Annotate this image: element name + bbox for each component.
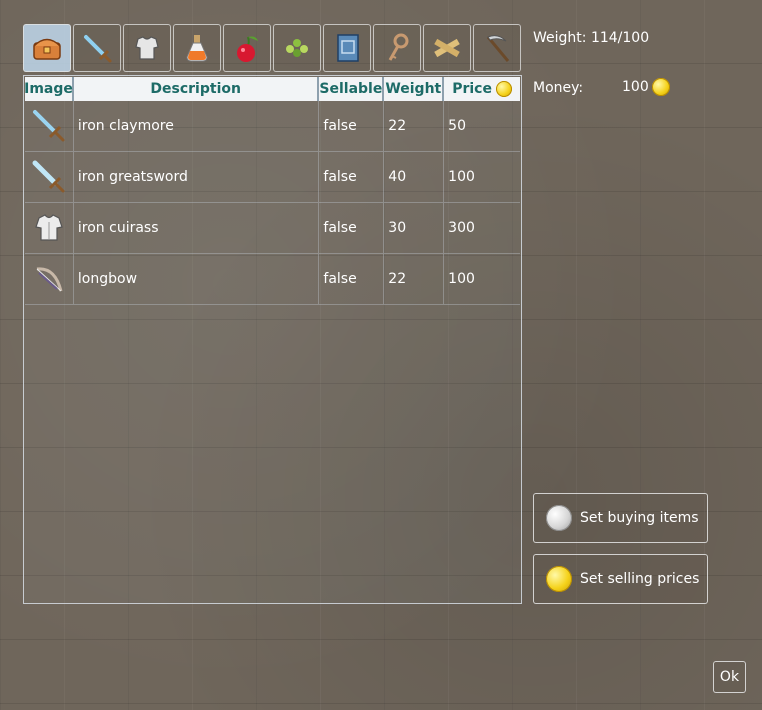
header-sellable[interactable]: Sellable xyxy=(319,77,385,101)
set-selling-prices-button[interactable]: Set selling prices xyxy=(533,554,708,604)
item-weight: 22 xyxy=(384,254,445,304)
table-row[interactable]: longbow false 22 100 xyxy=(25,254,520,305)
set-buying-items-label: Set buying items xyxy=(580,510,699,526)
gold-coin-icon xyxy=(546,566,572,592)
header-price-label: Price xyxy=(452,81,492,97)
item-sellable: false xyxy=(319,101,385,151)
weight-status: Weight: 114/100 xyxy=(533,30,650,46)
item-sellable: false xyxy=(319,254,385,304)
item-description: iron cuirass xyxy=(74,203,320,253)
header-image[interactable]: Image xyxy=(24,77,74,101)
tab-herbs[interactable] xyxy=(273,24,321,72)
money-status: 100 xyxy=(622,78,670,96)
item-weight: 22 xyxy=(384,101,445,151)
money-label: Money: xyxy=(533,80,584,96)
herb-icon xyxy=(286,39,308,57)
gold-coin-icon xyxy=(495,81,512,97)
tab-materials[interactable] xyxy=(423,24,471,72)
item-description: iron claymore xyxy=(74,101,320,151)
item-price: 50 xyxy=(448,118,466,134)
item-description: longbow xyxy=(74,254,320,304)
money-value: 100 xyxy=(622,79,649,95)
sword-icon xyxy=(84,35,112,63)
set-selling-prices-label: Set selling prices xyxy=(580,571,700,587)
item-weight: 30 xyxy=(384,203,445,253)
items-table: Image Description Sellable Weight Price … xyxy=(23,75,522,604)
book-icon xyxy=(337,34,359,62)
header-weight[interactable]: Weight xyxy=(384,77,445,101)
armor-icon xyxy=(135,36,159,60)
tab-tools[interactable] xyxy=(473,24,521,72)
chest-icon xyxy=(33,38,61,60)
tab-food[interactable] xyxy=(223,24,271,72)
header-price[interactable]: Price xyxy=(444,77,521,101)
item-price: 300 xyxy=(448,220,475,236)
item-description: iron greatsword xyxy=(74,152,320,202)
gold-coin-icon xyxy=(651,78,670,96)
tab-chest[interactable] xyxy=(23,24,71,72)
category-tabs xyxy=(23,24,523,72)
silver-coin-icon xyxy=(546,505,572,531)
item-sellable: false xyxy=(319,152,385,202)
tab-armor[interactable] xyxy=(123,24,171,72)
item-weight: 40 xyxy=(384,152,445,202)
item-price: 100 xyxy=(448,271,475,287)
tab-weapons[interactable] xyxy=(73,24,121,72)
tab-keys[interactable] xyxy=(373,24,421,72)
item-sellable: false xyxy=(319,203,385,253)
sword-icon xyxy=(32,160,65,193)
header-description[interactable]: Description xyxy=(74,77,320,101)
bow-icon xyxy=(36,267,63,292)
scythe-icon xyxy=(486,35,510,62)
cherry-icon xyxy=(237,36,258,62)
key-icon xyxy=(388,33,409,61)
set-buying-items-button[interactable]: Set buying items xyxy=(533,493,708,543)
table-row[interactable]: iron claymore false 22 50 xyxy=(25,101,520,152)
planks-icon xyxy=(434,38,460,58)
cuirass-icon xyxy=(35,214,63,241)
ok-button[interactable]: Ok xyxy=(713,661,746,693)
table-row[interactable]: iron greatsword false 40 100 xyxy=(25,152,520,203)
table-row[interactable]: iron cuirass false 30 300 xyxy=(25,203,520,254)
tab-potions[interactable] xyxy=(173,24,221,72)
tab-books[interactable] xyxy=(323,24,371,72)
sword-icon xyxy=(32,110,65,142)
item-price: 100 xyxy=(448,169,475,185)
table-header: Image Description Sellable Weight Price xyxy=(24,77,521,101)
potion-icon xyxy=(186,35,208,62)
